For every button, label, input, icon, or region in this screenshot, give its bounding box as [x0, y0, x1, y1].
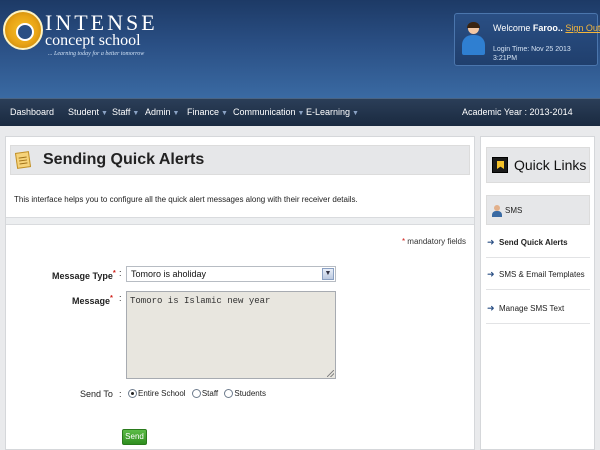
label-text: Message Type: [52, 271, 113, 281]
required-star: *: [112, 268, 116, 277]
colon: :: [119, 268, 122, 278]
section-divider: [6, 217, 474, 225]
mandatory-text: mandatory fields: [407, 237, 466, 246]
send-to-options: Entire School Staff Students: [126, 389, 268, 399]
sms-section-label: SMS: [505, 206, 523, 215]
link-label: Send Quick Alerts: [499, 238, 568, 247]
required-star: *: [401, 237, 406, 246]
nav-staff[interactable]: Staff ▼: [112, 107, 139, 117]
welcome-text: Welcome Faroo.. Sign Out: [493, 23, 600, 33]
header: INTENSE concept school ... Learning toda…: [0, 0, 600, 98]
nav-label: Staff: [112, 107, 131, 117]
link-label: SMS & Email Templates: [499, 270, 585, 279]
resize-handle-icon[interactable]: [327, 370, 334, 377]
sms-section: SMS: [486, 195, 590, 225]
chevron-down-icon: ▼: [172, 110, 180, 117]
user-avatar-icon: [460, 22, 486, 57]
nav-dashboard[interactable]: Dashboard: [10, 107, 54, 117]
link-manage-sms-text[interactable]: ➜ Manage SMS Text: [486, 299, 590, 321]
message-label: Message*: [72, 293, 113, 306]
quick-links-panel: Quick Links SMS ➜ Send Quick Alerts ➜ SM…: [480, 136, 595, 450]
radio-label: Students: [234, 389, 266, 399]
main-nav: Dashboard Student ▼ Staff ▼ Admin ▼ Finance…: [0, 98, 600, 126]
arrow-right-icon: ➜: [487, 269, 495, 279]
user-icon: [491, 205, 502, 217]
nav-label: E-Learning: [306, 107, 351, 117]
label-text: Message: [72, 296, 111, 306]
send-button[interactable]: Send: [122, 429, 147, 445]
nav-admin[interactable]: Admin ▼: [145, 107, 179, 117]
intro-text: This interface helps you to configure al…: [14, 195, 358, 204]
radio-staff[interactable]: [191, 389, 201, 399]
message-type-label: Message Type*: [52, 268, 116, 281]
divider: [486, 323, 590, 324]
user-name: Faroo..: [532, 23, 563, 33]
quick-links-header: Quick Links: [486, 147, 590, 183]
message-type-select[interactable]: Tomoro is aholiday ▼: [126, 266, 336, 282]
nav-label: Student: [68, 107, 100, 117]
nav-student[interactable]: Student ▼: [68, 107, 108, 117]
nav-label: Finance: [187, 107, 220, 117]
link-sms-email-templates[interactable]: ➜ SMS & Email Templates: [486, 265, 590, 287]
school-seal-logo[interactable]: [3, 10, 43, 50]
nav-label: Communication: [233, 107, 296, 117]
sign-out-link[interactable]: Sign Out: [565, 23, 600, 33]
required-star: *: [110, 293, 113, 302]
quick-links-title: Quick Links: [514, 157, 587, 173]
logo-subtitle: concept school: [45, 32, 141, 49]
mandatory-note: * mandatory fields: [402, 237, 466, 246]
link-send-quick-alerts[interactable]: ➜ Send Quick Alerts: [486, 233, 590, 255]
nav-finance[interactable]: Finance ▼: [187, 107, 228, 117]
radio-label: Entire School: [138, 389, 186, 399]
chevron-down-icon: ▼: [132, 110, 140, 117]
chevron-down-icon: ▼: [221, 110, 228, 117]
academic-year: Academic Year : 2013-2014: [462, 107, 573, 117]
link-label: Manage SMS Text: [499, 304, 565, 313]
radio-label: Staff: [201, 389, 219, 399]
nav-label: Admin: [145, 107, 171, 117]
send-to-label: Send To: [80, 389, 113, 399]
selected-value: Tomoro is aholiday: [131, 269, 207, 279]
login-time: Login Time: Nov 25 2013 3:21PM: [493, 46, 571, 62]
notepad-icon: [14, 151, 32, 169]
divider: [486, 289, 590, 290]
main-panel: Sending Quick Alerts This interface help…: [5, 136, 475, 450]
chevron-down-icon[interactable]: ▼: [322, 268, 334, 280]
colon: :: [119, 389, 122, 399]
user-panel: Welcome Faroo.. Sign Out Login Time: Nov…: [454, 13, 600, 66]
message-textarea[interactable]: Tomoro is Islamic new year: [126, 291, 336, 379]
nav-communication[interactable]: Communication ▼: [233, 107, 304, 117]
colon: :: [119, 293, 122, 303]
radio-entire-school[interactable]: [128, 389, 137, 399]
page-title-bar: Sending Quick Alerts: [10, 145, 470, 175]
arrow-right-icon: ➜: [487, 237, 495, 247]
bookmark-icon: [492, 157, 508, 173]
arrow-right-icon: ➜: [487, 303, 495, 313]
welcome-prefix: Welcome: [493, 23, 531, 33]
divider: [486, 257, 590, 258]
chevron-down-icon: ▼: [101, 110, 108, 117]
nav-label: Dashboard: [10, 107, 55, 117]
message-value: Tomoro is Islamic new year: [130, 296, 271, 306]
radio-students[interactable]: [224, 389, 234, 399]
chevron-down-icon: ▼: [297, 110, 305, 117]
logo-tagline: ... Learning today for a better tomorrow: [48, 51, 145, 57]
nav-e-learning[interactable]: E-Learning ▼: [306, 107, 359, 117]
chevron-down-icon: ▼: [352, 110, 359, 117]
page-title: Sending Quick Alerts: [43, 151, 205, 168]
